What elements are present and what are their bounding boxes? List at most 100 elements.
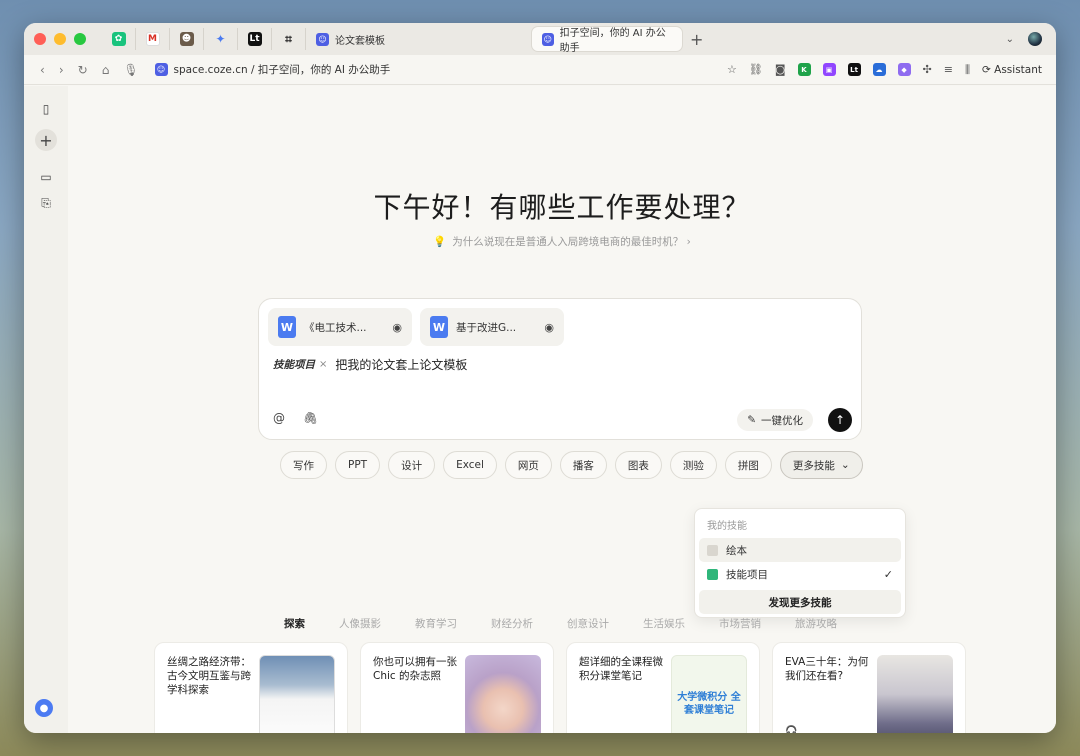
profile-avatar[interactable] — [1028, 32, 1042, 46]
pinned-tab-gemini[interactable]: ✦ — [204, 28, 238, 50]
pinned-tab-figma[interactable]: ⌗ — [272, 28, 306, 50]
folder-icon[interactable]: ▭ — [35, 166, 57, 188]
reload-icon[interactable]: ↻ — [78, 63, 88, 77]
tab-lifestyle[interactable]: 生活娱乐 — [643, 616, 685, 631]
card-thumbnail — [259, 655, 335, 733]
skill-chips: 写作 PPT 设计 Excel 网页 播客 图表 测验 拼图 更多技能 ⌄ — [280, 451, 863, 479]
explore-card[interactable]: 超详细的全课程微积分课堂笔记 大学微积分 全套课堂笔记 — [566, 642, 760, 733]
sidebar: ▯ + ▭ ⎘ ● — [24, 86, 68, 733]
new-tab-button[interactable]: + — [690, 30, 703, 49]
chat-input-box[interactable]: W 《电工技术... ◉ W 基于改进G... ◉ 技能项目 × 把我的论文套上论… — [258, 298, 862, 440]
word-doc-icon: W — [430, 316, 448, 338]
lovart-extension-icon[interactable]: Lt — [847, 63, 861, 76]
attached-file[interactable]: W 《电工技术... ◉ — [268, 308, 412, 346]
chevron-down-icon[interactable]: ⌄ — [1006, 34, 1014, 45]
suggestion-link[interactable]: 💡 为什么说现在是普通人入局跨境电商的最佳时机？ › — [68, 234, 1056, 249]
extension-icon[interactable]: K — [797, 63, 811, 76]
dropdown-header: 我的技能 — [707, 521, 747, 532]
tabbar-actions: ⌄ — [1006, 32, 1042, 46]
main-content: 下午好！有哪些工作要处理？ 💡 为什么说现在是普通人入局跨境电商的最佳时机？ › … — [68, 86, 1056, 733]
link-icon[interactable]: ⛓ — [749, 63, 763, 76]
card-thumbnail: 大学微积分 全套课堂笔记 — [671, 655, 747, 733]
coze-icon: ☺ — [316, 32, 329, 46]
pinned-tab-lovart[interactable]: Lt — [238, 28, 272, 50]
assistant-button[interactable]: ⟳ Assistant — [982, 64, 1042, 76]
tab-marketing[interactable]: 市场营销 — [719, 616, 761, 631]
explore-card[interactable]: 你也可以拥有一张 Chic 的杂志照 — [360, 642, 554, 733]
prompt-text[interactable]: 把我的论文套上论文模板 — [335, 356, 467, 373]
attach-paperclip-icon[interactable]: 🖇 — [303, 411, 318, 425]
app-icon: ☻ — [179, 32, 194, 46]
dropdown-item-label: 技能项目 — [726, 568, 768, 581]
forward-icon[interactable]: › — [59, 63, 64, 77]
prompt-line[interactable]: 技能项目 × 把我的论文套上论文模板 — [273, 356, 467, 373]
file-icon[interactable]: ⎘ — [35, 192, 57, 214]
tab-coze-space[interactable]: ☺ 扣子空间，你的 AI 办公助手 — [532, 27, 682, 54]
back-icon[interactable]: ‹ — [40, 63, 45, 77]
dropdown-item-skill-project[interactable]: 技能项目 ✓ — [699, 562, 901, 586]
chip-quiz[interactable]: 测验 — [669, 451, 717, 479]
preview-eye-icon[interactable]: ◉ — [392, 321, 402, 334]
coze-icon: ☺ — [154, 63, 168, 76]
chip-podcast[interactable]: 播客 — [559, 451, 607, 479]
optimize-button[interactable]: ✎ 一键优化 — [737, 409, 813, 431]
new-task-button[interactable]: + — [35, 129, 57, 151]
tab-education[interactable]: 教育学习 — [415, 616, 457, 631]
chip-collage[interactable]: 拼图 — [724, 451, 772, 479]
tab-creative[interactable]: 创意设计 — [567, 616, 609, 631]
tab-paper-template[interactable]: ☺ 论文套模板 — [306, 27, 456, 51]
discover-skills-button[interactable]: 发现更多技能 — [699, 590, 901, 614]
camera-icon[interactable]: ◙ — [775, 63, 786, 76]
window-controls — [34, 33, 86, 45]
explore-card[interactable]: 丝绸之路经济带：古今文明互鉴与跨学科探索 — [154, 642, 348, 733]
twitch-icon[interactable]: ▣ — [822, 63, 836, 76]
star-icon[interactable]: ☆ — [727, 63, 737, 76]
tab-portrait[interactable]: 人像摄影 — [339, 616, 381, 631]
url-field[interactable]: ☺ space.coze.cn / 扣子空间，你的 AI 办公助手 — [154, 62, 391, 77]
audio-wave-icon[interactable]: ⫼ — [965, 63, 970, 77]
navigation-controls: ‹ › ↻ ⌂ 🎙 — [40, 63, 139, 77]
close-window-button[interactable] — [34, 33, 46, 45]
tab-explore[interactable]: 探索 — [284, 616, 305, 631]
dropdown-item-picture-book[interactable]: 绘本 — [699, 538, 901, 562]
puzzle-icon[interactable]: ✣ — [923, 63, 932, 76]
menu-icon[interactable]: ≡ — [944, 63, 953, 76]
card-title: 丝绸之路经济带：古今文明互鉴与跨学科探索 — [167, 656, 251, 696]
attached-file[interactable]: W 基于改进G... ◉ — [420, 308, 564, 346]
tab-bar: ✿ M ☻ ✦ Lt ⌗ ☺ 论文套模板 ☺ 扣子空间，你的 AI 办公助手 +… — [24, 23, 1056, 55]
pinned-tab-chatgpt[interactable]: ✿ — [102, 28, 136, 50]
more-skills-button[interactable]: 更多技能 ⌄ — [779, 451, 863, 479]
chip-excel[interactable]: Excel — [443, 451, 497, 479]
chip-chart[interactable]: 图表 — [614, 451, 662, 479]
chip-ppt[interactable]: PPT — [335, 451, 381, 479]
coze-icon: ☺ — [542, 32, 554, 46]
maximize-window-button[interactable] — [74, 33, 86, 45]
card-thumbnail — [465, 655, 541, 733]
tab-travel[interactable]: 旅游攻略 — [795, 616, 837, 631]
sidebar-toggle-icon[interactable]: ▯ — [35, 98, 57, 120]
url-text: space.coze.cn / 扣子空间，你的 AI 办公助手 — [173, 64, 391, 76]
minimize-window-button[interactable] — [54, 33, 66, 45]
chip-webpage[interactable]: 网页 — [504, 451, 552, 479]
ghost-extension-icon[interactable]: ◆ — [897, 63, 911, 76]
pinned-tab-app[interactable]: ☻ — [170, 28, 204, 50]
cloud-extension-icon[interactable]: ☁ — [872, 63, 886, 76]
chip-writing[interactable]: 写作 — [280, 451, 327, 479]
microphone-icon[interactable]: 🎙 — [123, 63, 138, 77]
user-avatar[interactable]: ● — [35, 699, 53, 717]
explore-card[interactable]: EVA三十年：为何我们还在看? 🎧 — [772, 642, 966, 733]
optimize-label: 一键优化 — [761, 414, 803, 427]
tab-label: 扣子空间，你的 AI 办公助手 — [559, 28, 666, 54]
tab-finance[interactable]: 财经分析 — [491, 616, 533, 631]
category-tabs: 探索 人像摄影 教育学习 财经分析 创意设计 生活娱乐 市场营销 旅游攻略 — [284, 616, 837, 631]
chevron-down-icon: ⌄ — [840, 459, 850, 471]
home-icon[interactable]: ⌂ — [102, 63, 110, 77]
preview-eye-icon[interactable]: ◉ — [544, 321, 554, 334]
remove-skill-icon[interactable]: × — [319, 359, 327, 370]
mention-icon[interactable]: @ — [273, 411, 285, 425]
chip-design[interactable]: 设计 — [388, 451, 436, 479]
assistant-label: Assistant — [994, 63, 1042, 76]
pinned-tab-gmail[interactable]: M — [136, 28, 170, 50]
send-button[interactable]: ↑ — [828, 408, 852, 432]
lightbulb-icon: 💡 — [433, 236, 447, 248]
